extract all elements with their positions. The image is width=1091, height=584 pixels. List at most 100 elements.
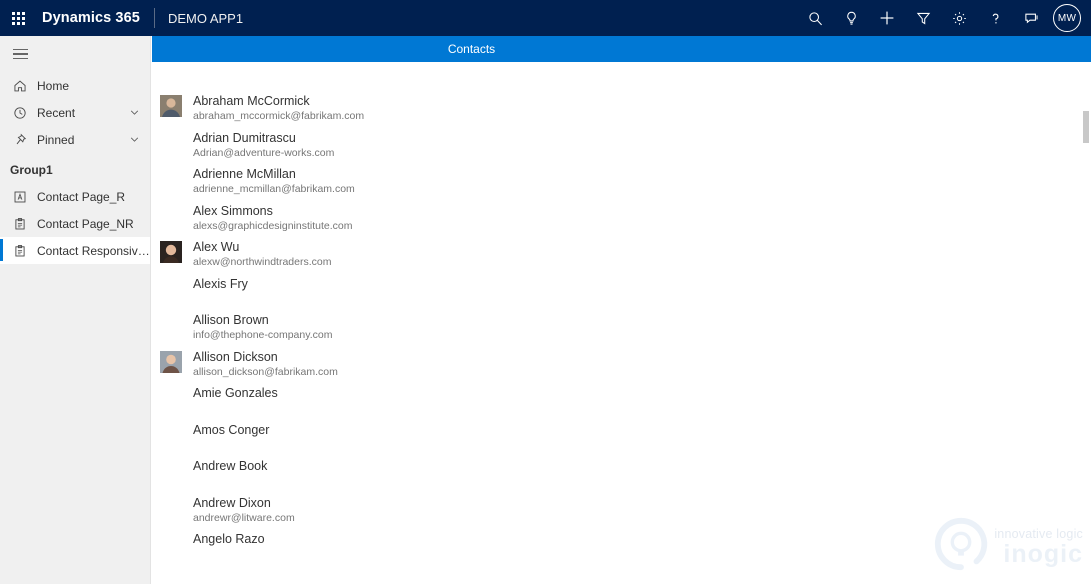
- contact-text: Allison Dicksonallison_dickson@fabrikam.…: [193, 350, 338, 379]
- app-name-label[interactable]: DEMO APP1: [168, 11, 243, 26]
- contact-text: Andrew Book: [193, 459, 267, 474]
- sidebar-item-recent[interactable]: Recent: [0, 99, 150, 126]
- contact-name: Abraham McCormick: [193, 94, 364, 109]
- contact-avatar-placeholder: [160, 497, 182, 519]
- contact-text: Allison Browninfo@thephone-company.com: [193, 313, 332, 342]
- hamburger-menu-icon[interactable]: [0, 36, 40, 72]
- chevron-down-icon[interactable]: [129, 134, 140, 145]
- page-header-bar: Contacts: [152, 36, 1091, 62]
- contact-name: Angelo Razo: [193, 532, 265, 547]
- clipboard-icon: [10, 217, 30, 231]
- contact-text: Angelo Razo: [193, 532, 265, 547]
- clock-icon: [10, 106, 30, 120]
- settings-gear-icon[interactable]: [941, 0, 977, 36]
- app-launcher-waffle-icon[interactable]: [0, 0, 36, 36]
- contact-name: Amie Gonzales: [193, 386, 278, 401]
- contact-list-item[interactable]: Angelo Razo: [152, 532, 1091, 569]
- contact-list-item[interactable]: Alex Wualexw@northwindtraders.com: [152, 240, 1091, 277]
- chevron-down-icon[interactable]: [129, 107, 140, 118]
- contact-text: Adrian DumitrascuAdrian@adventure-works.…: [193, 131, 334, 160]
- contact-email: alexw@northwindtraders.com: [193, 256, 331, 269]
- sidebar-item-label: Contact Responsive ...: [37, 244, 150, 258]
- sidebar-item-label: Contact Page_R: [37, 190, 125, 204]
- contact-avatar-placeholder: [160, 132, 182, 154]
- sidebar-item-contact-page-nr[interactable]: Contact Page_NR: [0, 210, 150, 237]
- contact-list-item[interactable]: Andrew Book: [152, 459, 1091, 496]
- contact-list-item[interactable]: Andrew Dixonandrewr@litware.com: [152, 496, 1091, 533]
- sidebar: Home Recent Pinned Group1: [0, 36, 151, 584]
- sidebar-item-pinned[interactable]: Pinned: [0, 126, 150, 153]
- sidebar-item-label: Contact Page_NR: [37, 217, 134, 231]
- contact-list-item[interactable]: Amos Conger: [152, 423, 1091, 460]
- sidebar-item-contact-page-r[interactable]: Contact Page_R: [0, 183, 150, 210]
- contact-name: Alexis Fry: [193, 277, 248, 292]
- contact-text: Abraham McCormickabraham_mccormick@fabri…: [193, 94, 364, 123]
- contact-name: Allison Brown: [193, 313, 332, 328]
- contact-name: Alex Wu: [193, 240, 331, 255]
- topbar-actions: MW: [797, 0, 1091, 36]
- contact-text: Alexis Fry: [193, 277, 248, 292]
- hamburger-bars: [13, 49, 28, 60]
- contact-email: Adrian@adventure-works.com: [193, 147, 334, 160]
- pin-icon: [10, 133, 30, 147]
- contact-avatar-photo: [160, 351, 182, 373]
- contact-email: abraham_mccormick@fabrikam.com: [193, 110, 364, 123]
- contact-name: Allison Dickson: [193, 350, 338, 365]
- contact-list-item[interactable]: Abraham McCormickabraham_mccormick@fabri…: [152, 94, 1091, 131]
- contact-list-item[interactable]: Adrienne McMillanadrienne_mcmillan@fabri…: [152, 167, 1091, 204]
- contact-text: Andrew Dixonandrewr@litware.com: [193, 496, 295, 525]
- contact-name: Adrienne McMillan: [193, 167, 355, 182]
- help-icon[interactable]: [977, 0, 1013, 36]
- contact-list-item[interactable]: Allison Dicksonallison_dickson@fabrikam.…: [152, 350, 1091, 387]
- feedback-chat-icon[interactable]: [1013, 0, 1049, 36]
- contact-avatar-placeholder: [160, 168, 182, 190]
- sidebar-item-label: Home: [37, 79, 69, 93]
- brand-title[interactable]: Dynamics 365: [42, 10, 140, 26]
- contact-text: Alex Simmonsalexs@graphicdesigninstitute…: [193, 204, 353, 233]
- contact-list-item[interactable]: Alex Simmonsalexs@graphicdesigninstitute…: [152, 204, 1091, 241]
- home-icon: [10, 79, 30, 93]
- add-new-icon[interactable]: [869, 0, 905, 36]
- contact-avatar-placeholder: [160, 314, 182, 336]
- brand-divider: [154, 8, 155, 28]
- contact-list: Abraham McCormickabraham_mccormick@fabri…: [152, 62, 1091, 584]
- page-title: Contacts: [448, 42, 495, 56]
- user-avatar[interactable]: MW: [1053, 4, 1081, 32]
- contact-email: andrewr@litware.com: [193, 512, 295, 525]
- sidebar-item-home[interactable]: Home: [0, 72, 150, 99]
- filter-icon[interactable]: [905, 0, 941, 36]
- sidebar-group-title: Group1: [0, 157, 150, 183]
- sidebar-item-contact-responsive[interactable]: Contact Responsive ...: [0, 237, 150, 264]
- contact-text: Amos Conger: [193, 423, 269, 438]
- contact-list-item[interactable]: Allison Browninfo@thephone-company.com: [152, 313, 1091, 350]
- contact-avatar-placeholder: [160, 278, 182, 300]
- sidebar-item-label: Pinned: [37, 133, 74, 147]
- lightbulb-icon[interactable]: [833, 0, 869, 36]
- contact-email: alexs@graphicdesigninstitute.com: [193, 220, 353, 233]
- scrollbar-thumb[interactable]: [1083, 111, 1089, 143]
- contact-avatar-placeholder: [160, 205, 182, 227]
- contact-text: Alex Wualexw@northwindtraders.com: [193, 240, 331, 269]
- contact-name: Andrew Dixon: [193, 496, 295, 511]
- contact-avatar-placeholder: [160, 424, 182, 446]
- contact-name: Adrian Dumitrascu: [193, 131, 334, 146]
- contact-avatar-placeholder: [160, 387, 182, 409]
- contact-name: Alex Simmons: [193, 204, 353, 219]
- contact-list-item[interactable]: Adrian DumitrascuAdrian@adventure-works.…: [152, 131, 1091, 168]
- form-page-icon: [10, 190, 30, 204]
- contact-list-item[interactable]: Amie Gonzales: [152, 386, 1091, 423]
- contact-avatar-placeholder: [160, 533, 182, 555]
- contact-text: Amie Gonzales: [193, 386, 278, 401]
- contact-avatar-photo: [160, 241, 182, 263]
- vertical-scrollbar[interactable]: [1080, 98, 1091, 584]
- selection-indicator: [0, 239, 3, 261]
- search-icon[interactable]: [797, 0, 833, 36]
- contact-avatar-placeholder: [160, 460, 182, 482]
- contact-text: Adrienne McMillanadrienne_mcmillan@fabri…: [193, 167, 355, 196]
- main-content: Contacts Abraham McCormickabraham_mccorm…: [152, 36, 1091, 584]
- contact-email: adrienne_mcmillan@fabrikam.com: [193, 183, 355, 196]
- contact-list-item[interactable]: Alexis Fry: [152, 277, 1091, 314]
- contact-email: info@thephone-company.com: [193, 329, 332, 342]
- contact-name: Andrew Book: [193, 459, 267, 474]
- top-navigation-bar: Dynamics 365 DEMO APP1: [0, 0, 1091, 36]
